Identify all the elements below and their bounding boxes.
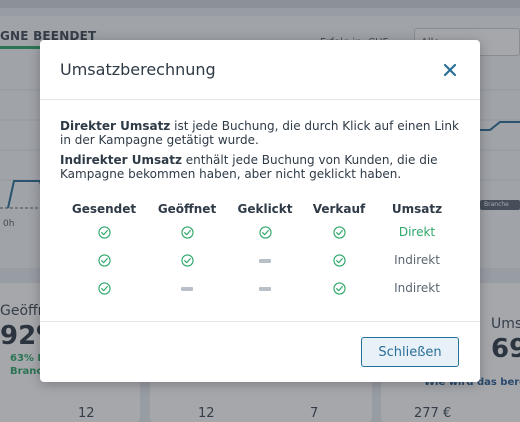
table-header-row: Gesendet Geöffnet Geklickt Verkauf Umsat… <box>60 200 460 218</box>
close-icon[interactable] <box>440 60 460 80</box>
revenue-type-value: Direkt <box>398 225 436 239</box>
indirect-revenue-term: Indirekter Umsatz <box>60 153 182 167</box>
table-cell <box>304 246 374 274</box>
revenue-calculation-modal: Umsatzberechnung Direkter Umsatz ist jed… <box>40 40 480 382</box>
table-cell <box>60 218 148 246</box>
table-row: Direkt <box>60 218 460 246</box>
revenue-type-value: Indirekt <box>394 281 440 295</box>
table-cell <box>304 274 374 302</box>
modal-footer: Schließen <box>40 321 480 382</box>
column-header: Verkauf <box>312 202 366 216</box>
table-row: Indirekt <box>60 274 460 302</box>
column-header: Gesendet <box>71 202 137 216</box>
table-cell <box>148 274 226 302</box>
table-cell <box>304 218 374 246</box>
check-circle-icon <box>258 225 272 239</box>
close-button[interactable]: Schließen <box>361 337 459 367</box>
check-circle-icon <box>97 253 111 267</box>
table-cell <box>60 274 148 302</box>
check-circle-icon <box>97 281 111 295</box>
indirect-revenue-text: Indirekter Umsatz enthält jede Buchung v… <box>60 153 460 181</box>
modal-title: Umsatzberechnung <box>60 60 216 79</box>
column-header: Umsatz <box>391 202 443 216</box>
revenue-type-value: Indirekt <box>394 253 440 267</box>
column-header: Geklickt <box>237 202 293 216</box>
check-circle-icon <box>332 225 346 239</box>
direct-revenue-text: Direkter Umsatz ist jede Buchung, die du… <box>60 119 460 147</box>
table-cell <box>226 274 304 302</box>
check-circle-icon <box>97 225 111 239</box>
dash-icon <box>181 286 193 291</box>
check-circle-icon <box>332 253 346 267</box>
table-cell <box>226 218 304 246</box>
revenue-table: Gesendet Geöffnet Geklickt Verkauf Umsat… <box>60 200 460 302</box>
check-circle-icon <box>180 253 194 267</box>
table-cell <box>226 246 304 274</box>
table-row: Indirekt <box>60 246 460 274</box>
table-cell <box>148 218 226 246</box>
check-circle-icon <box>180 225 194 239</box>
table-body: Direkt Indirekt Indirekt <box>60 218 460 302</box>
table-cell <box>60 246 148 274</box>
direct-revenue-term: Direkter Umsatz <box>60 119 171 133</box>
column-header: Geöffnet <box>157 202 217 216</box>
dash-icon <box>259 286 271 291</box>
table-cell <box>148 246 226 274</box>
check-circle-icon <box>332 281 346 295</box>
dash-icon <box>259 258 271 263</box>
modal-header: Umsatzberechnung <box>40 40 480 100</box>
modal-body: Direkter Umsatz ist jede Buchung, die du… <box>60 119 460 181</box>
